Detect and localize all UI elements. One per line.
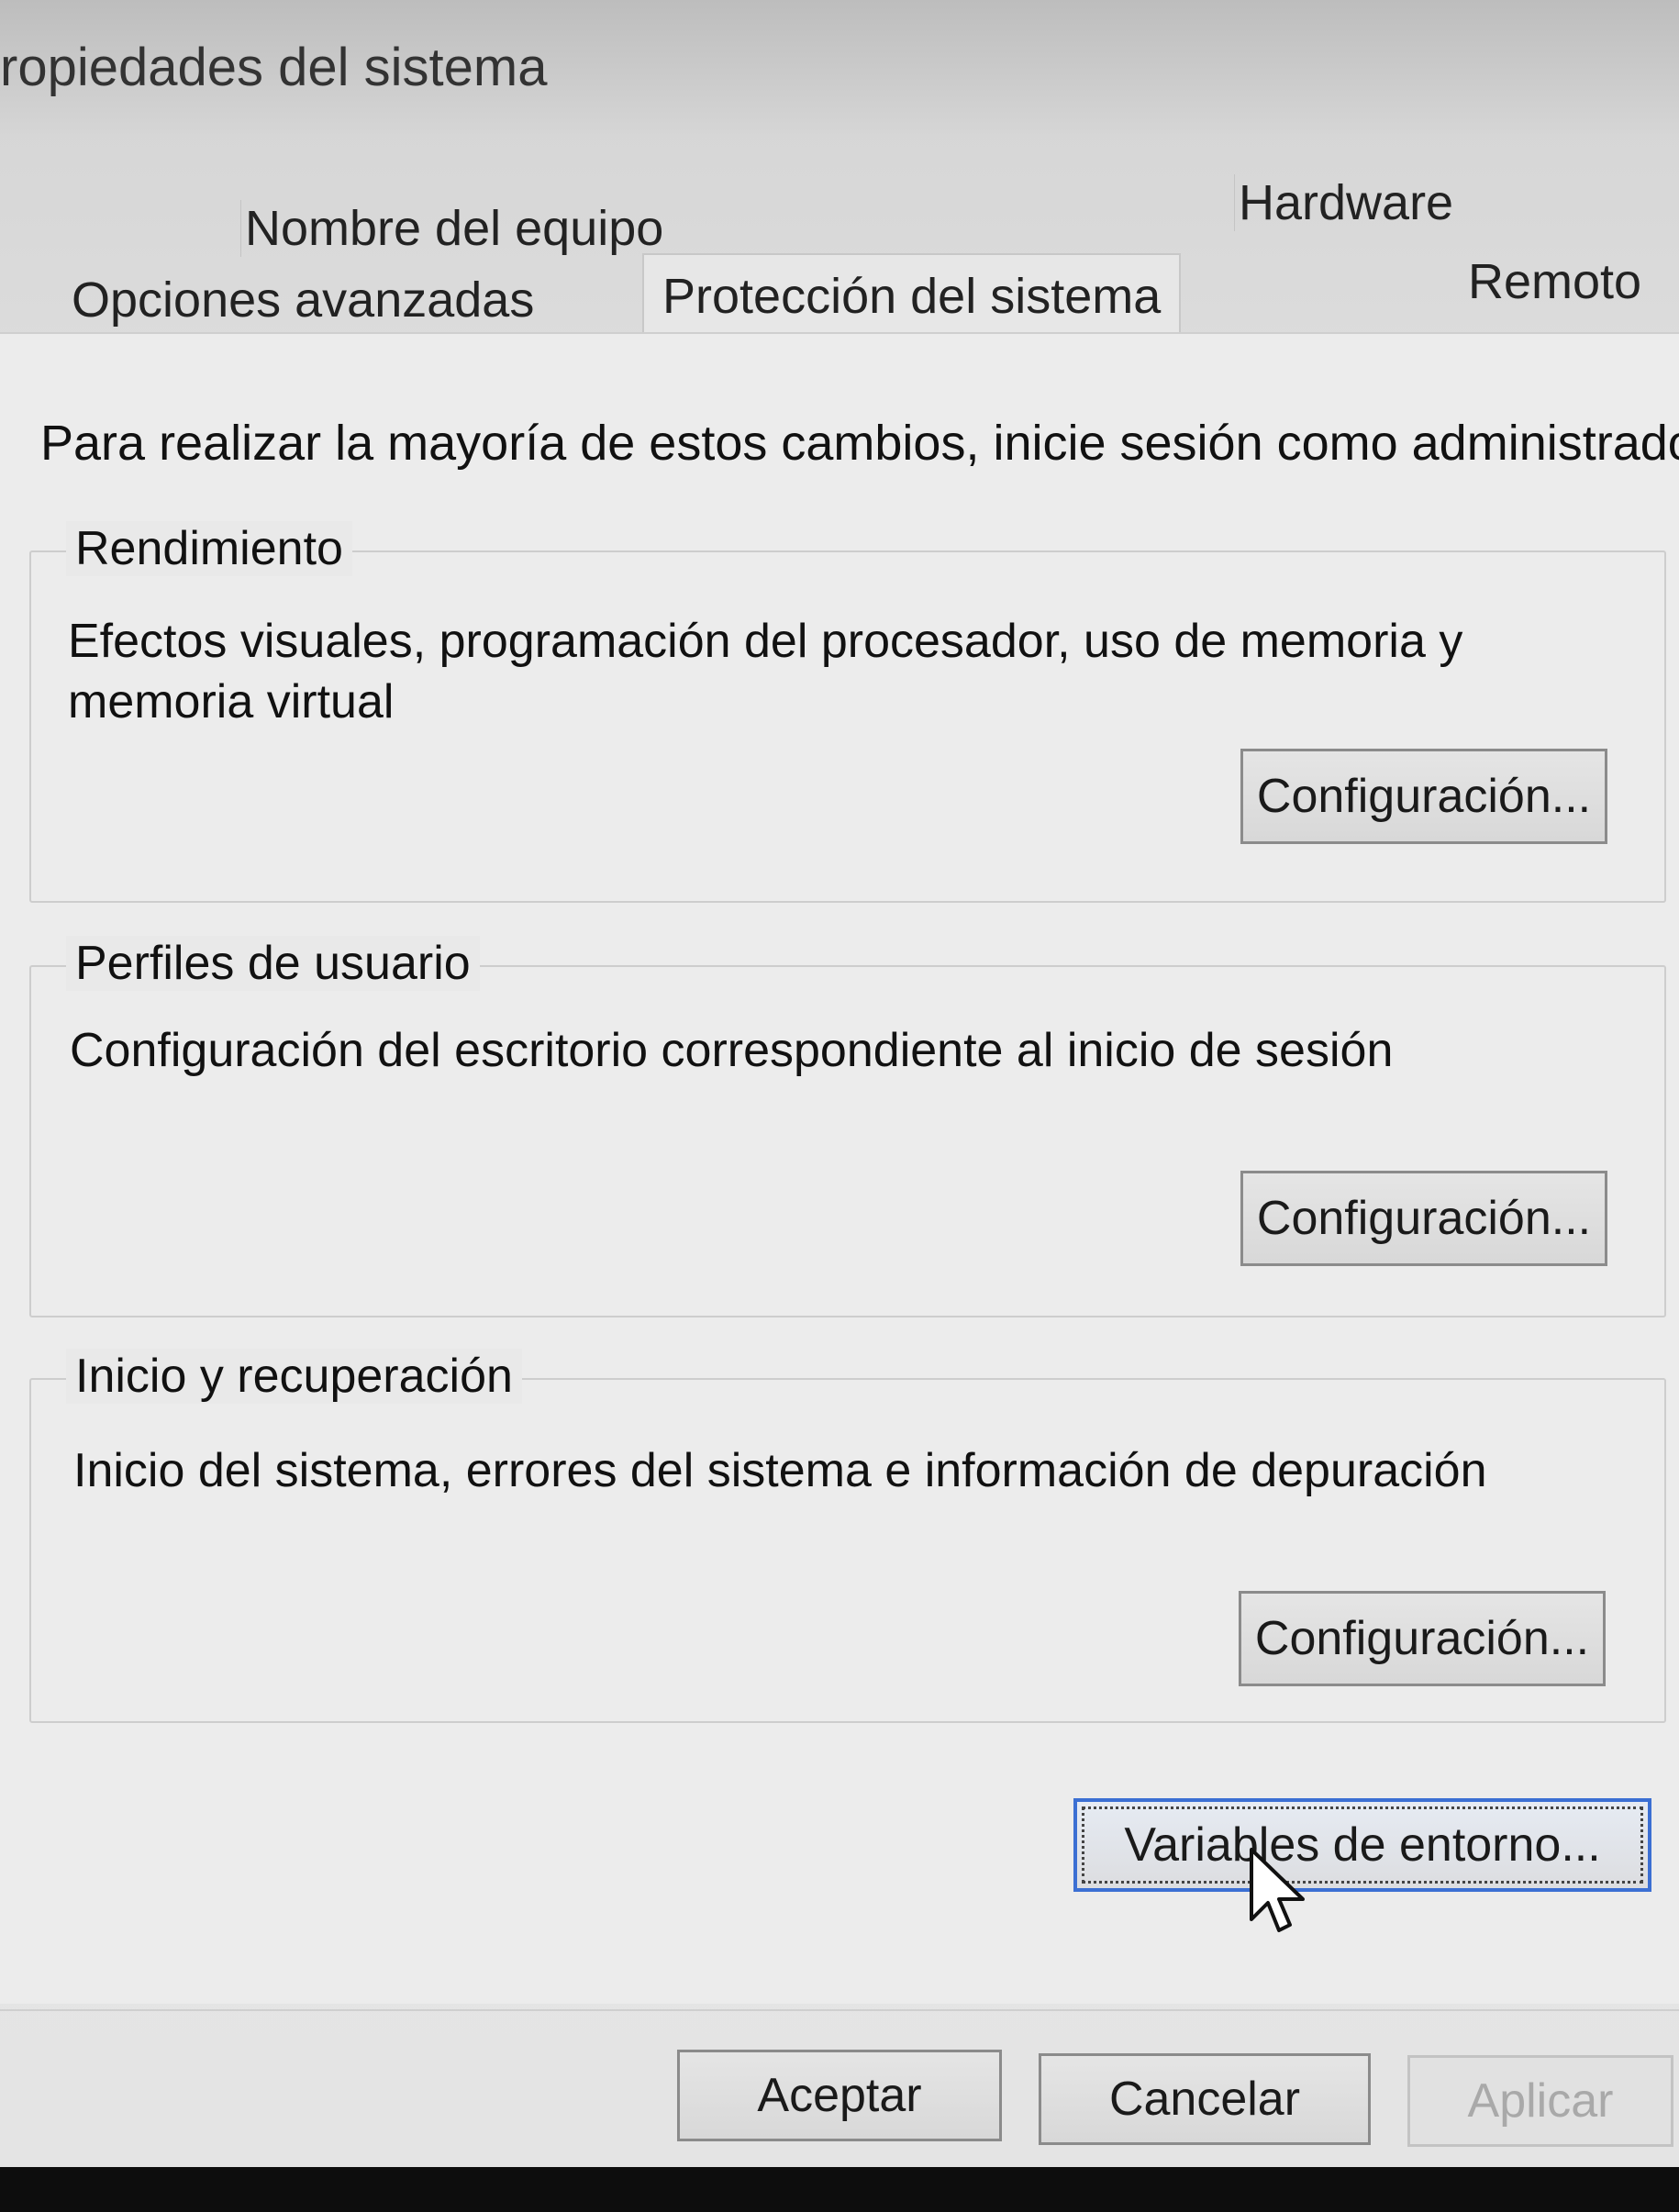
environment-variables-button[interactable]: Variables de entorno... <box>1073 1798 1651 1892</box>
group-label-startup-recovery: Inicio y recuperación <box>66 1349 522 1404</box>
group-performance: Rendimiento Efectos visuales, programaci… <box>29 521 1666 903</box>
group-user-profiles: Perfiles de usuario Configuración del es… <box>29 936 1666 1317</box>
title-bar: ropiedades del sistema <box>0 0 1679 138</box>
group-label-performance: Rendimiento <box>66 521 352 576</box>
tab-remoto[interactable]: Remoto <box>1464 253 1645 310</box>
performance-settings-button[interactable]: Configuración... <box>1240 749 1607 844</box>
window-title: ropiedades del sistema <box>0 38 548 97</box>
footer-separator <box>0 2009 1679 2011</box>
screen-bezel <box>0 2167 1679 2212</box>
cancel-button[interactable]: Cancelar <box>1039 2053 1371 2145</box>
tab-opciones-avanzadas[interactable]: Opciones avanzadas <box>68 272 538 328</box>
ok-button[interactable]: Aceptar <box>677 2050 1002 2141</box>
performance-description-line2: memoria virtual <box>68 675 395 728</box>
mouse-pointer-icon <box>1250 1848 1305 1932</box>
startup-recovery-description: Inicio del sistema, errores del sistema … <box>73 1444 1487 1497</box>
performance-description: Efectos visuales, programación del proce… <box>68 611 1462 732</box>
startup-recovery-settings-button[interactable]: Configuración... <box>1239 1591 1606 1686</box>
group-label-user-profiles: Perfiles de usuario <box>66 936 480 991</box>
tab-proteccion-del-sistema[interactable]: Protección del sistema <box>642 253 1182 338</box>
system-properties-dialog: ropiedades del sistema Nombre del equipo… <box>0 0 1679 2167</box>
user-profiles-settings-button[interactable]: Configuración... <box>1240 1171 1607 1266</box>
performance-description-line1: Efectos visuales, programación del proce… <box>68 615 1463 668</box>
tab-nombre-del-equipo[interactable]: Nombre del equipo <box>240 200 667 257</box>
apply-button[interactable]: Aplicar <box>1407 2055 1673 2147</box>
admin-note: Para realizar la mayoría de estos cambio… <box>40 416 1679 471</box>
user-profiles-description: Configuración del escritorio correspondi… <box>70 1024 1394 1077</box>
group-startup-recovery: Inicio y recuperación Inicio del sistema… <box>29 1349 1666 1723</box>
tab-hardware[interactable]: Hardware <box>1234 174 1457 231</box>
